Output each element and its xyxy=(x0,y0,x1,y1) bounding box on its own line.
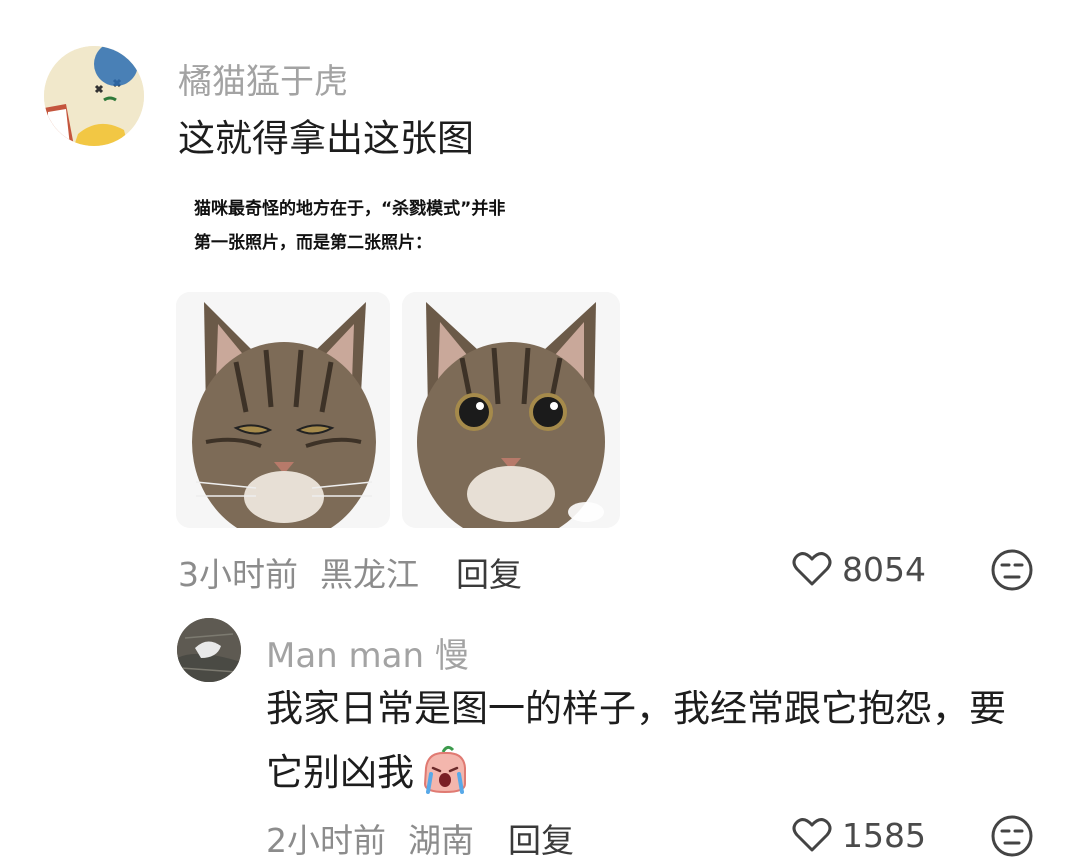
commenter-username[interactable]: 橘猫猛于虎 xyxy=(178,54,348,103)
crying-face-emoji xyxy=(418,744,472,798)
comment-text: 这就得拿出这张图 xyxy=(178,117,474,160)
cat-photo-wide-eyed xyxy=(402,292,620,528)
commenter-avatar[interactable] xyxy=(44,46,144,146)
replier-username[interactable]: Man man 慢 xyxy=(266,628,469,677)
comment-image[interactable]: 猫咪最奇怪的地方在于，“杀戮模式”并非 第一张照片，而是第二张照片： xyxy=(176,180,622,530)
replier-avatar[interactable] xyxy=(177,618,241,682)
reply-location: 湖南 xyxy=(408,821,474,860)
comment-time: 3小时前 xyxy=(178,555,298,594)
comment-reply-button[interactable]: 回复 xyxy=(456,548,522,596)
reply-text-line: 它别凶我 xyxy=(266,751,414,794)
heart-outline-icon[interactable] xyxy=(792,816,832,854)
comment-like-count: 8054 xyxy=(842,550,926,589)
reply-like-count: 1585 xyxy=(842,816,926,855)
cat-photo-angry xyxy=(176,292,390,528)
comment-location: 黑龙江 xyxy=(320,555,419,594)
meme-caption-line: 第一张照片，而是第二张照片： xyxy=(194,233,432,253)
reply-reply-button[interactable]: 回复 xyxy=(508,814,574,862)
meme-caption: 猫咪最奇怪的地方在于，“杀戮模式”并非 第一张照片，而是第二张照片： xyxy=(194,192,614,260)
reply-time: 2小时前 xyxy=(266,821,386,860)
heart-outline-icon[interactable] xyxy=(792,550,832,588)
reply-text-line: 我家日常是图一的样子，我经常跟它抱怨，要 xyxy=(266,687,1006,730)
meh-face-icon[interactable] xyxy=(990,548,1034,592)
meme-caption-line: 猫咪最奇怪的地方在于，“杀戮模式”并非 xyxy=(194,199,506,219)
meh-face-icon[interactable] xyxy=(990,814,1034,858)
